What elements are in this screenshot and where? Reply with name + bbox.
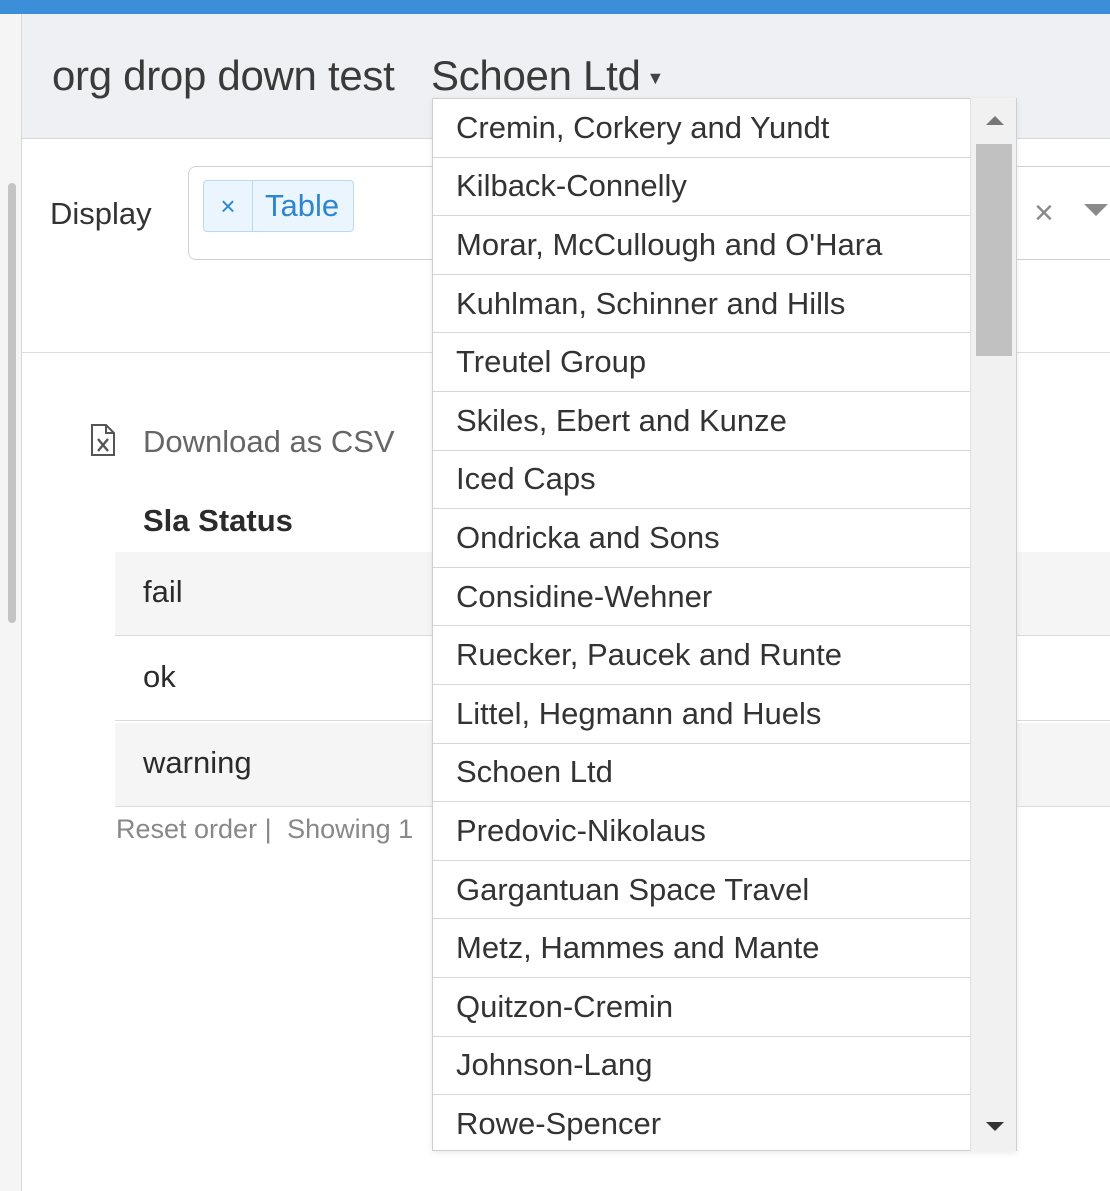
showing-count-text: Showing 1 [287, 814, 414, 844]
display-label: Display [50, 196, 152, 231]
table-cell: warning [143, 745, 252, 780]
tag-remove-icon[interactable]: × [204, 181, 253, 231]
dropdown-option[interactable]: Kilback-Connelly [433, 158, 971, 217]
dropdown-option[interactable]: Gargantuan Space Travel [433, 861, 971, 920]
dropdown-option[interactable]: Treutel Group [433, 333, 971, 392]
scroll-up-icon[interactable] [986, 116, 1004, 125]
dropdown-option[interactable]: Ruecker, Paucek and Runte [433, 626, 971, 685]
table-cell: ok [143, 659, 176, 694]
left-panel-scrollbar[interactable] [8, 183, 16, 623]
dropdown-option[interactable]: Rowe-Spencer [433, 1095, 971, 1150]
dropdown-option[interactable]: Schoen Ltd [433, 744, 971, 803]
dropdown-option[interactable]: Johnson-Lang [433, 1037, 971, 1096]
dropdown-option[interactable]: Morar, McCullough and O'Hara [433, 216, 971, 275]
org-select[interactable]: Schoen Ltd ▼ [431, 52, 664, 100]
dropdown-scroll-thumb[interactable] [976, 144, 1012, 356]
display-tag-table: × Table [203, 180, 355, 232]
top-accent-bar [0, 0, 1110, 14]
org-select-value: Schoen Ltd [431, 52, 641, 99]
org-dropdown-list: Cremin, Corkery and Yundt Kilback-Connel… [433, 99, 971, 1150]
csv-file-icon [91, 424, 115, 456]
clear-selection-icon[interactable]: × [1034, 194, 1054, 233]
dropdown-option[interactable]: Skiles, Ebert and Kunze [433, 392, 971, 451]
dropdown-option[interactable]: Considine-Wehner [433, 568, 971, 627]
column-header-sla-status[interactable]: Sla Status [143, 503, 293, 539]
org-dropdown-menu: Cremin, Corkery and Yundt Kilback-Connel… [432, 98, 1017, 1151]
table-footer: Reset order | Showing 1 [116, 814, 413, 845]
dropdown-option[interactable]: Iced Caps [433, 451, 971, 510]
display-dropdown-caret-icon[interactable] [1084, 204, 1108, 216]
tag-label: Table [265, 188, 340, 223]
reset-order-link[interactable]: Reset order | [116, 814, 272, 844]
dropdown-option[interactable]: Metz, Hammes and Mante [433, 919, 971, 978]
chevron-down-icon: ▼ [646, 68, 665, 89]
scroll-down-icon[interactable] [986, 1122, 1004, 1131]
page-title: org drop down test [52, 52, 395, 99]
dropdown-option[interactable]: Predovic-Nikolaus [433, 802, 971, 861]
dropdown-option[interactable]: Ondricka and Sons [433, 509, 971, 568]
table-cell: fail [143, 574, 183, 609]
dropdown-option[interactable]: Kuhlman, Schinner and Hills [433, 275, 971, 334]
dropdown-option[interactable]: Quitzon-Cremin [433, 978, 971, 1037]
dropdown-option[interactable]: Littel, Hegmann and Huels [433, 685, 971, 744]
download-csv-link[interactable]: Download as CSV [143, 424, 395, 460]
dropdown-option[interactable]: Cremin, Corkery and Yundt [433, 99, 971, 158]
